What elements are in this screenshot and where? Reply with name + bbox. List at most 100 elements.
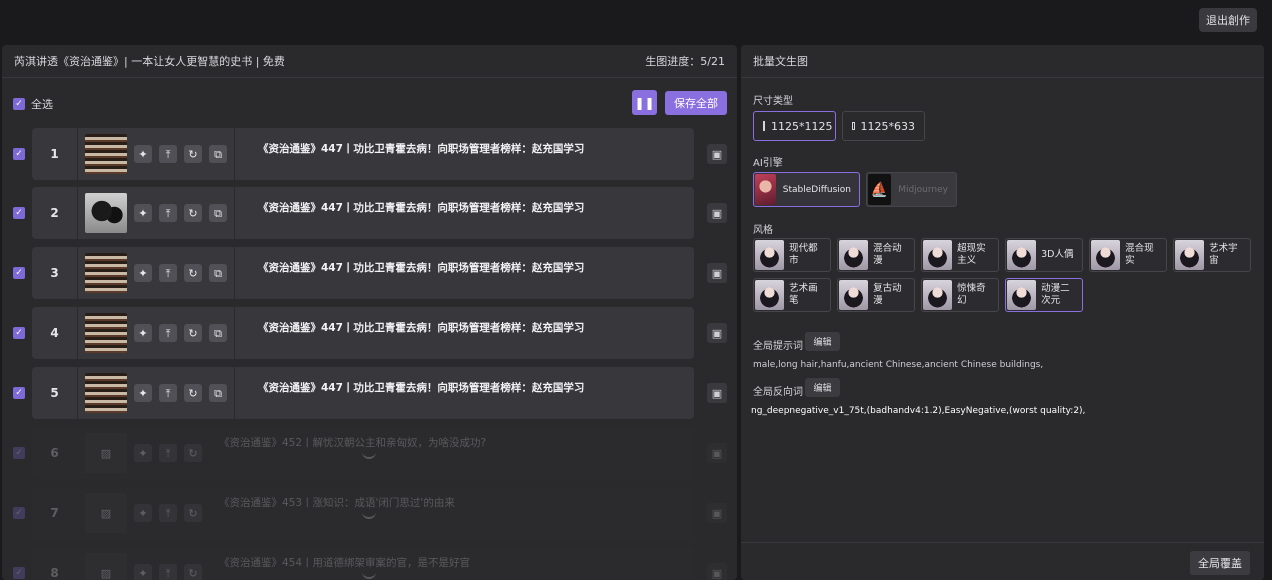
style-option[interactable]: 现代都市 — [753, 238, 831, 272]
row-number: 7 — [32, 487, 78, 539]
row-checkbox[interactable]: ✓ — [13, 267, 25, 279]
select-all-checkbox[interactable]: ✓ 全选 — [13, 96, 53, 112]
magic-icon[interactable]: ✦ — [134, 264, 152, 282]
save-icon[interactable]: ▣ — [707, 563, 727, 580]
row-title: 《资治通鉴》447丨功比卫青霍去病！向职场管理者榜样：赵充国学习 — [258, 143, 585, 155]
upload-icon[interactable]: ⤒ — [159, 264, 177, 282]
magic-icon[interactable]: ✦ — [134, 384, 152, 402]
row-number: 2 — [32, 187, 78, 239]
row-title: 《资治通鉴》454丨用道德绑架审案的官，是不是好官 — [219, 557, 471, 569]
row-thumbnail[interactable] — [85, 193, 127, 233]
row-thumbnail[interactable] — [85, 313, 127, 353]
engine-midjourney[interactable]: ⛵ Midjourney — [866, 172, 957, 207]
save-icon[interactable]: ▣ — [707, 503, 727, 523]
upload-icon[interactable]: ⤒ — [159, 444, 177, 462]
engine-stable-diffusion[interactable]: StableDiffusion — [753, 172, 860, 207]
magic-icon[interactable]: ✦ — [134, 324, 152, 342]
row-checkbox[interactable]: ✓ — [13, 207, 25, 219]
style-option[interactable]: 艺术画笔 — [753, 278, 831, 312]
refresh-icon[interactable]: ↻ — [184, 564, 202, 580]
image-placeholder-icon: ▨ — [85, 553, 127, 580]
upload-icon[interactable]: ⤒ — [159, 504, 177, 522]
magic-icon[interactable]: ✦ — [134, 204, 152, 222]
save-icon[interactable]: ▣ — [707, 144, 727, 164]
select-all-label: 全选 — [31, 98, 53, 111]
series-title: 芮淇讲透《资治通鉴》| 一本让女人更智慧的史书 | 免费 — [14, 55, 285, 68]
edit-negative-button[interactable]: 编辑 — [805, 378, 840, 397]
style-option[interactable]: 混合现实 — [1089, 238, 1167, 272]
style-label: 风格 — [753, 225, 773, 236]
save-icon[interactable]: ▣ — [707, 203, 727, 223]
task-card: 1 ✦ ⤒ ↻ ⧉ 《资治通鉴》447丨功比卫青霍去病！向职场管理者榜样：赵充国… — [32, 128, 694, 180]
magic-icon[interactable]: ✦ — [134, 564, 152, 580]
upload-icon[interactable]: ⤒ — [159, 564, 177, 580]
row-checkbox[interactable]: ✓ — [13, 567, 25, 579]
upload-icon[interactable]: ⤒ — [159, 145, 177, 163]
style-option[interactable]: 复古动漫 — [837, 278, 915, 312]
style-option[interactable]: 混合动漫 — [837, 238, 915, 272]
row-checkbox[interactable]: ✓ — [13, 507, 25, 519]
refresh-icon[interactable]: ↻ — [184, 145, 202, 163]
copy-icon[interactable]: ⧉ — [209, 384, 227, 402]
style-option[interactable]: 艺术宇宙 — [1173, 238, 1251, 272]
row-checkbox[interactable]: ✓ — [13, 387, 25, 399]
size-option-wide[interactable]: 1125*633 — [842, 111, 925, 141]
row-checkbox[interactable]: ✓ — [13, 327, 25, 339]
row-checkbox[interactable]: ✓ — [13, 447, 25, 459]
save-all-button[interactable]: 保存全部 — [665, 91, 727, 115]
row-thumbnail[interactable] — [85, 373, 127, 413]
style-thumbnail — [923, 240, 953, 270]
row-thumbnail[interactable] — [85, 134, 127, 174]
magic-icon[interactable]: ✦ — [134, 444, 152, 462]
style-thumbnail — [923, 280, 953, 310]
row-number: 6 — [32, 427, 78, 479]
pause-button[interactable]: ❚❚ — [632, 90, 657, 115]
upload-icon[interactable]: ⤒ — [159, 324, 177, 342]
footer-divider — [741, 542, 1264, 543]
copy-icon[interactable]: ⧉ — [209, 204, 227, 222]
panel-title: 批量文生图 — [753, 55, 808, 68]
global-prompt-label: 全局提示词 — [753, 341, 803, 352]
image-placeholder-icon: ▨ — [85, 433, 127, 473]
refresh-icon[interactable]: ↻ — [184, 504, 202, 522]
row-checkbox[interactable]: ✓ — [13, 148, 25, 160]
style-thumbnail — [839, 280, 869, 310]
row-title: 《资治通鉴》447丨功比卫青霍去病！向职场管理者榜样：赵充国学习 — [258, 382, 585, 394]
row-thumbnail[interactable] — [85, 253, 127, 293]
save-icon[interactable]: ▣ — [707, 383, 727, 403]
task-card: 8 ▨ ✦ ⤒ ↻ 《资治通鉴》454丨用道德绑架审案的官，是不是好官 — [32, 547, 694, 580]
magic-icon[interactable]: ✦ — [134, 504, 152, 522]
style-option[interactable]: 惊悚奇幻 — [921, 278, 999, 312]
task-row-pending: ✓ 6 ▨ ✦ ⤒ ↻ 《资治通鉴》452丨解忧汉朝公主和亲匈奴，为啥没成功? … — [2, 427, 737, 479]
refresh-icon[interactable]: ↻ — [184, 384, 202, 402]
task-list-header: 芮淇讲透《资治通鉴》| 一本让女人更智慧的史书 | 免费 生图进度：5/21 — [2, 45, 737, 78]
copy-icon[interactable]: ⧉ — [209, 264, 227, 282]
refresh-icon[interactable]: ↻ — [184, 444, 202, 462]
check-icon: ✓ — [13, 98, 25, 110]
image-placeholder-icon: ▨ — [85, 493, 127, 533]
exit-creation-button[interactable]: 退出創作 — [1199, 8, 1257, 32]
style-thumbnail — [1175, 240, 1205, 270]
save-icon[interactable]: ▣ — [707, 263, 727, 283]
row-number: 1 — [32, 128, 78, 180]
refresh-icon[interactable]: ↻ — [184, 264, 202, 282]
upload-icon[interactable]: ⤒ — [159, 204, 177, 222]
copy-icon[interactable]: ⧉ — [209, 324, 227, 342]
style-option[interactable]: 3D人偶 — [1005, 238, 1083, 272]
style-option-selected[interactable]: 动漫二次元 — [1005, 278, 1083, 312]
upload-icon[interactable]: ⤒ — [159, 384, 177, 402]
style-option[interactable]: 超现实主义 — [921, 238, 999, 272]
refresh-icon[interactable]: ↻ — [184, 204, 202, 222]
global-overwrite-button[interactable]: 全局覆盖 — [1190, 551, 1250, 575]
copy-icon[interactable]: ⧉ — [209, 145, 227, 163]
save-icon[interactable]: ▣ — [707, 443, 727, 463]
magic-icon[interactable]: ✦ — [134, 145, 152, 163]
style-name: 超现实主义 — [957, 243, 986, 266]
size-option-square[interactable]: 1125*1125 — [753, 111, 836, 141]
global-negative-label: 全局反向词 — [753, 387, 803, 398]
save-icon[interactable]: ▣ — [707, 323, 727, 343]
rectangle-icon — [852, 122, 855, 130]
edit-prompt-button[interactable]: 编辑 — [805, 332, 840, 351]
style-name: 3D人偶 — [1041, 249, 1074, 260]
refresh-icon[interactable]: ↻ — [184, 324, 202, 342]
